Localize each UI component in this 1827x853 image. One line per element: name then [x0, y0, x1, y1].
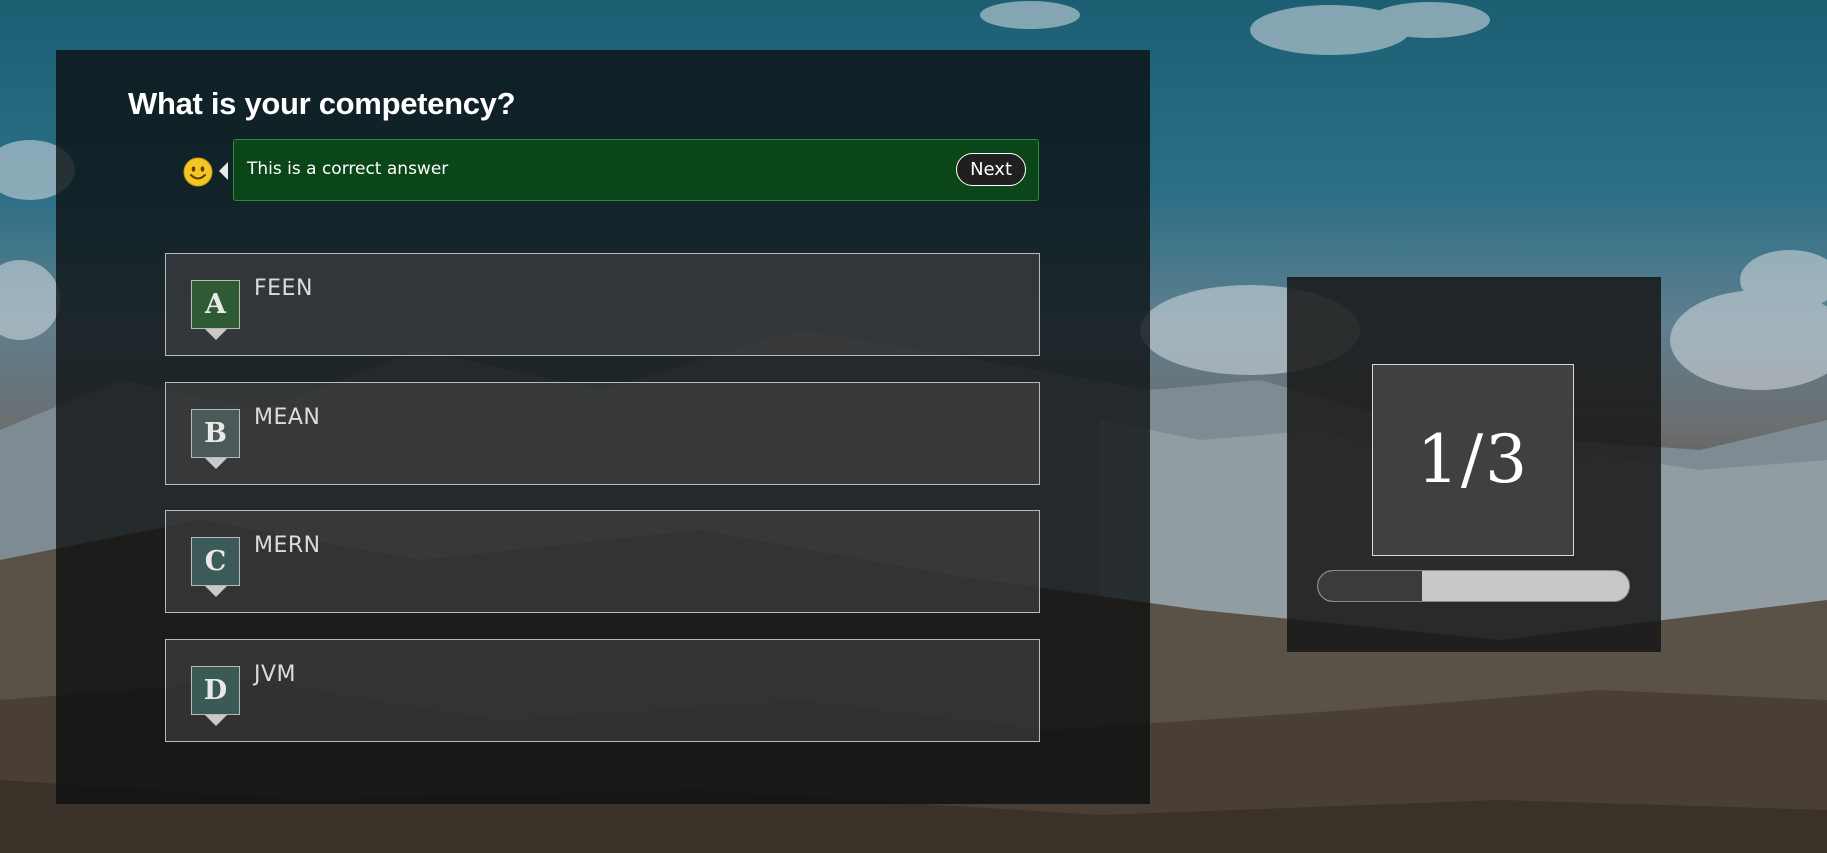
option-label: FEEN — [254, 276, 313, 301]
option-letter-badge: B — [191, 409, 240, 469]
option-letter-badge: A — [191, 280, 240, 340]
option-letter-badge: D — [191, 666, 240, 726]
next-button[interactable]: Next — [956, 153, 1026, 186]
option-letter-badge: C — [191, 537, 240, 597]
question-title: What is your competency? — [128, 86, 516, 121]
feedback-pointer — [219, 162, 228, 180]
option-c[interactable]: C MERN — [165, 510, 1040, 613]
option-label: MERN — [254, 533, 321, 558]
progress-bar — [1317, 570, 1630, 602]
progress-panel: 1/3 — [1287, 277, 1661, 652]
option-b[interactable]: B MEAN — [165, 382, 1040, 485]
smiley-icon — [183, 157, 213, 187]
feedback-banner: This is a correct answer Next — [233, 139, 1039, 201]
question-counter-text: 1/3 — [1416, 421, 1530, 498]
option-label: MEAN — [254, 405, 321, 430]
option-a[interactable]: A FEEN — [165, 253, 1040, 356]
quiz-panel: What is your competency? This is a corre… — [56, 50, 1150, 804]
progress-bar-fill — [1318, 571, 1422, 601]
option-label: JVM — [254, 662, 297, 687]
option-d[interactable]: D JVM — [165, 639, 1040, 742]
question-counter: 1/3 — [1372, 364, 1574, 556]
feedback-message: This is a correct answer — [247, 159, 449, 179]
